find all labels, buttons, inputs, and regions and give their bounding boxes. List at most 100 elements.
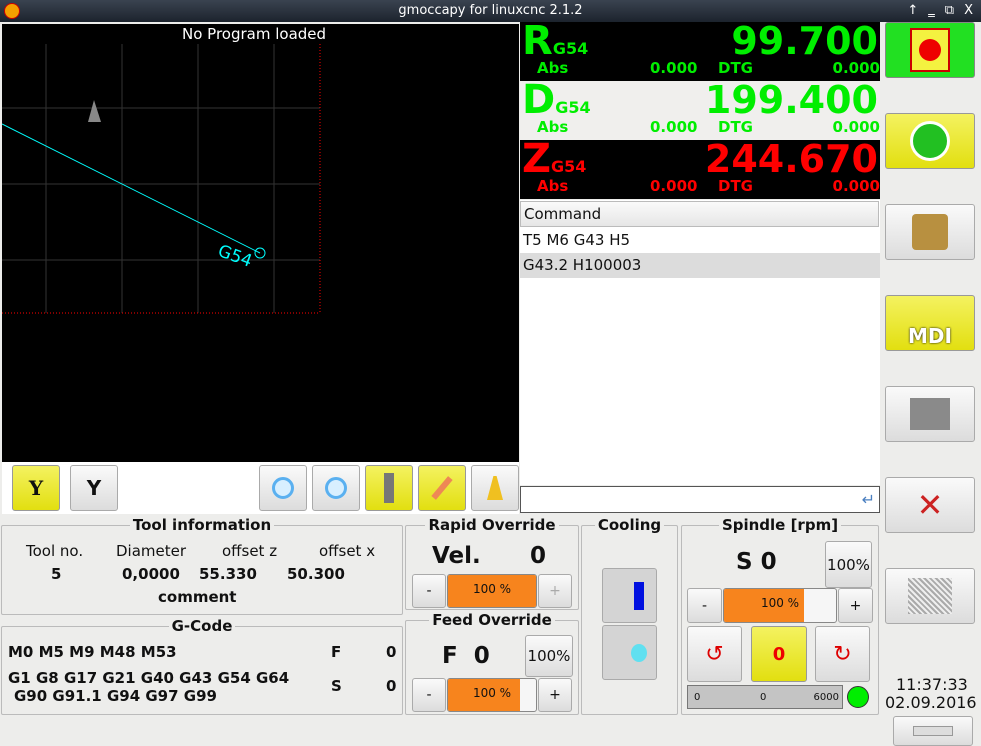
spindle-ccw-button[interactable]: ↺ <box>687 626 742 682</box>
active-gcodes-2: G90 G91.1 G94 G97 G99 <box>14 687 217 705</box>
tool-no-label: Tool no. <box>26 542 84 560</box>
program-status: No Program loaded <box>182 25 327 43</box>
close-button[interactable]: X <box>964 0 973 22</box>
estop-button[interactable] <box>885 22 975 78</box>
zoom-in-icon <box>272 477 294 499</box>
spindle-override-slider[interactable]: 100 % <box>723 588 837 623</box>
auto-mode-button[interactable] <box>885 386 975 442</box>
clear-plot-button[interactable] <box>471 465 519 511</box>
tools-icon: ✕ <box>916 486 944 524</box>
dtg-value: 0.000 <box>832 177 880 195</box>
manual-jog-button[interactable] <box>885 204 975 260</box>
dro-axis-z[interactable]: ZG54 244.670 Abs 0.000 DTG 0.000 <box>520 136 880 199</box>
maximize-button[interactable]: ⧉ <box>945 0 954 22</box>
offset-x-label: offset x <box>319 542 376 560</box>
dtg-value: 0.000 <box>832 59 880 77</box>
dimensions-button[interactable] <box>365 465 413 511</box>
zoom-out-button[interactable] <box>312 465 360 511</box>
tool-cone-icon <box>88 100 101 122</box>
mdi-input[interactable]: ↵ <box>520 486 880 513</box>
axis-letter: R <box>522 18 553 64</box>
view-y-flip-button[interactable]: Y <box>70 465 118 511</box>
rapid-title: Rapid Override <box>428 516 556 534</box>
emergency-stop-icon <box>910 28 950 72</box>
feed-minus-button[interactable]: - <box>412 678 446 712</box>
speed-value: 0 <box>386 677 397 695</box>
feed-plus-button[interactable]: + <box>538 678 572 712</box>
plot-toolbar: Y Y <box>2 462 519 514</box>
power-icon <box>910 121 950 161</box>
spindle-bar-value: 0 <box>760 692 767 703</box>
axis-letter: D <box>522 77 556 123</box>
mist-coolant-button[interactable] <box>602 625 657 680</box>
mdi-header[interactable]: Command <box>520 201 879 227</box>
dro-axis-r[interactable]: RG54 99.700 Abs 0.000 DTG 0.000 <box>520 18 880 81</box>
enter-icon[interactable]: ↵ <box>862 490 875 509</box>
abs-label: Abs <box>537 177 569 195</box>
coord-system: G54 <box>552 39 589 58</box>
spindle-percent: 100 % <box>760 596 800 610</box>
zoom-in-button[interactable] <box>259 465 307 511</box>
mdi-label: MDI <box>908 324 952 348</box>
active-mcodes: M0 M5 M9 M48 M53 <box>8 643 177 661</box>
feed-title: Feed Override <box>432 611 552 629</box>
preview-plot[interactable]: G54 No Program loaded <box>2 24 519 462</box>
tool-info-title: Tool information <box>132 516 272 534</box>
axis-value: 244.670 <box>704 137 878 181</box>
feed-reset-button[interactable]: 100% <box>525 635 573 677</box>
spindle-bar-min: 0 <box>694 692 701 703</box>
clock-date: 02.09.2016 <box>885 693 977 712</box>
mdi-history-item[interactable]: G43.2 H100003 <box>520 253 880 278</box>
rapid-minus-button[interactable]: - <box>412 574 446 608</box>
feed-override-slider[interactable]: 100 % <box>447 678 537 712</box>
active-gcodes: G1 G8 G17 G21 G40 G43 G54 G64 <box>8 669 290 687</box>
coord-system: G54 <box>551 157 587 176</box>
view-y-button[interactable]: Y <box>12 465 60 511</box>
broom-icon <box>487 476 503 500</box>
settings-button[interactable]: ✕ <box>885 477 975 533</box>
rapid-value: 0 <box>530 543 547 569</box>
offset-z-value: 55.330 <box>199 565 257 583</box>
mdi-history-item[interactable]: T5 M6 G43 H5 <box>520 228 880 253</box>
spindle-at-speed-led <box>847 686 869 708</box>
spindle-minus-button[interactable]: - <box>687 588 722 623</box>
feed-override-label: F 0 <box>442 643 490 669</box>
user-tabs-icon <box>908 578 952 614</box>
spindle-reset-button[interactable]: 100% <box>825 541 872 588</box>
abs-label: Abs <box>537 118 569 136</box>
edit-button[interactable] <box>418 465 466 511</box>
computer-machine-icon <box>910 398 950 430</box>
mdi-history[interactable]: Command T5 M6 G43 H5 G43.2 H100003 <box>520 200 880 485</box>
axis-value: 199.400 <box>704 78 878 122</box>
rapid-override-slider[interactable]: 100 % <box>447 574 537 608</box>
keyboard-button[interactable] <box>893 716 973 746</box>
spindle-plus-button[interactable]: + <box>838 588 873 623</box>
mdi-mode-button[interactable]: MDI <box>885 295 975 351</box>
flood-coolant-button[interactable] <box>602 568 657 623</box>
abs-label: Abs <box>537 59 569 77</box>
spindle-cw-button[interactable]: ↻ <box>815 626 870 682</box>
spindle-stop-icon: 0 <box>772 643 786 665</box>
axis-letter: Z <box>522 136 552 182</box>
offset-x-value: 50.300 <box>287 565 345 583</box>
zoom-out-icon <box>325 477 347 499</box>
abs-value: 0.000 <box>650 177 698 195</box>
dtg-label: DTG <box>718 118 753 136</box>
keep-above-button[interactable]: ↑ <box>907 0 918 22</box>
plot-canvas: G54 <box>2 44 321 314</box>
minimize-button[interactable]: ‗ <box>928 0 935 22</box>
machine-power-button[interactable] <box>885 113 975 169</box>
dro-axis-d[interactable]: DG54 199.400 Abs 0.000 DTG 0.000 <box>520 77 880 140</box>
rapid-plus-button[interactable]: + <box>538 574 572 608</box>
feed-value: 0 <box>386 643 397 661</box>
flood-coolant-icon <box>633 581 644 610</box>
user-tabs-button[interactable] <box>885 568 975 624</box>
rapid-percent: 100 % <box>472 582 512 596</box>
feed-label: F <box>331 643 342 661</box>
caliper-icon <box>384 473 394 503</box>
dtg-label: DTG <box>718 59 753 77</box>
spindle-stop-button[interactable]: 0 <box>751 626 807 682</box>
window-title: gmoccapy for linuxcnc 2.1.2 <box>398 3 583 18</box>
axis-value: 99.700 <box>731 19 878 63</box>
tool-path-line <box>2 123 261 254</box>
